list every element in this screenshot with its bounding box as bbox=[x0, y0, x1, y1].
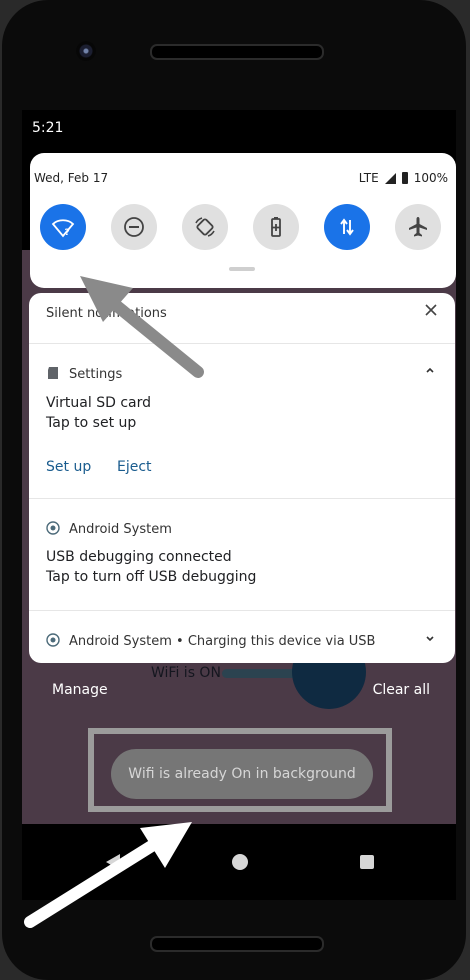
android-system-icon bbox=[46, 521, 60, 535]
battery-saver-icon bbox=[271, 217, 281, 237]
status-time: 5:21 bbox=[32, 120, 64, 136]
clear-all-button[interactable]: Clear all bbox=[373, 682, 430, 698]
battery-percent: 100% bbox=[413, 171, 448, 185]
earpiece-speaker bbox=[150, 44, 324, 60]
toast-message: Wifi is already On in background bbox=[111, 749, 373, 799]
data-arrows-icon bbox=[340, 218, 354, 236]
android-system-icon bbox=[46, 633, 60, 647]
usb-debug-title: USB debugging connected bbox=[46, 549, 232, 565]
usb-debug-text: Tap to turn off USB debugging bbox=[46, 569, 257, 585]
tile-battery-saver[interactable] bbox=[253, 204, 299, 250]
background-wifi-status: WiFi is ON bbox=[151, 665, 221, 681]
close-icon[interactable] bbox=[424, 303, 438, 317]
set-up-button[interactable]: Set up bbox=[46, 459, 91, 475]
signal-icon bbox=[384, 172, 396, 184]
rotate-icon bbox=[195, 217, 215, 237]
android-system-app-row[interactable]: Android System bbox=[46, 518, 456, 537]
settings-notification-text: Tap to set up bbox=[46, 415, 137, 431]
charging-summary: Charging this device via USB bbox=[187, 634, 376, 649]
settings-app-row[interactable]: Settings bbox=[46, 363, 456, 382]
tile-airplane-mode[interactable] bbox=[395, 204, 441, 250]
tile-wifi[interactable]: ? bbox=[40, 204, 86, 250]
eject-button[interactable]: Eject bbox=[117, 459, 152, 475]
android-system-app-name: Android System bbox=[69, 522, 172, 537]
charging-notification-row[interactable]: Android System • Charging this device vi… bbox=[46, 630, 456, 649]
navigation-bar bbox=[22, 824, 456, 900]
notification-card: Silent notifications Settings Virtual SD… bbox=[29, 293, 455, 663]
phone-frame: 5:21 WiFi is ON Wed, Feb 17 LTE 100% ? S… bbox=[2, 0, 466, 980]
sd-card-icon bbox=[48, 367, 58, 379]
chevron-up-icon[interactable] bbox=[425, 365, 435, 375]
dnd-icon bbox=[124, 217, 144, 237]
background-toggle-bar bbox=[222, 669, 297, 678]
divider bbox=[29, 343, 455, 344]
svg-text:?: ? bbox=[65, 228, 70, 238]
bullet-separator: • bbox=[171, 634, 188, 649]
airplane-icon bbox=[409, 217, 427, 237]
usb-debug-notification-body[interactable]: USB debugging connected Tap to turn off … bbox=[46, 549, 456, 585]
qs-drag-handle[interactable] bbox=[229, 267, 255, 271]
chevron-down-icon[interactable] bbox=[425, 633, 435, 643]
divider bbox=[29, 610, 455, 611]
tile-auto-rotate[interactable] bbox=[182, 204, 228, 250]
qs-date: Wed, Feb 17 bbox=[34, 171, 109, 185]
settings-app-name: Settings bbox=[69, 367, 123, 382]
recents-icon[interactable] bbox=[360, 855, 374, 869]
quick-settings-panel: Wed, Feb 17 LTE 100% ? bbox=[30, 153, 456, 288]
tile-mobile-data[interactable] bbox=[324, 204, 370, 250]
wifi-question-icon: ? bbox=[51, 219, 75, 238]
manage-button[interactable]: Manage bbox=[52, 682, 108, 698]
divider bbox=[29, 498, 455, 499]
back-icon[interactable] bbox=[106, 854, 120, 870]
settings-notification-body[interactable]: Virtual SD card Tap to set up bbox=[46, 395, 456, 431]
screen: 5:21 WiFi is ON Wed, Feb 17 LTE 100% ? S… bbox=[22, 110, 456, 900]
quick-settings-tiles: ? bbox=[40, 204, 441, 254]
qs-status: LTE 100% bbox=[359, 171, 448, 185]
network-type: LTE bbox=[358, 171, 379, 185]
bottom-speaker bbox=[150, 936, 324, 952]
charging-app-name: Android System bbox=[69, 634, 172, 649]
tile-do-not-disturb[interactable] bbox=[111, 204, 157, 250]
home-icon[interactable] bbox=[232, 854, 248, 870]
battery-icon bbox=[401, 172, 408, 184]
front-camera bbox=[76, 41, 96, 61]
settings-notification-title: Virtual SD card bbox=[46, 395, 151, 411]
silent-notifications-header: Silent notifications bbox=[46, 306, 167, 321]
